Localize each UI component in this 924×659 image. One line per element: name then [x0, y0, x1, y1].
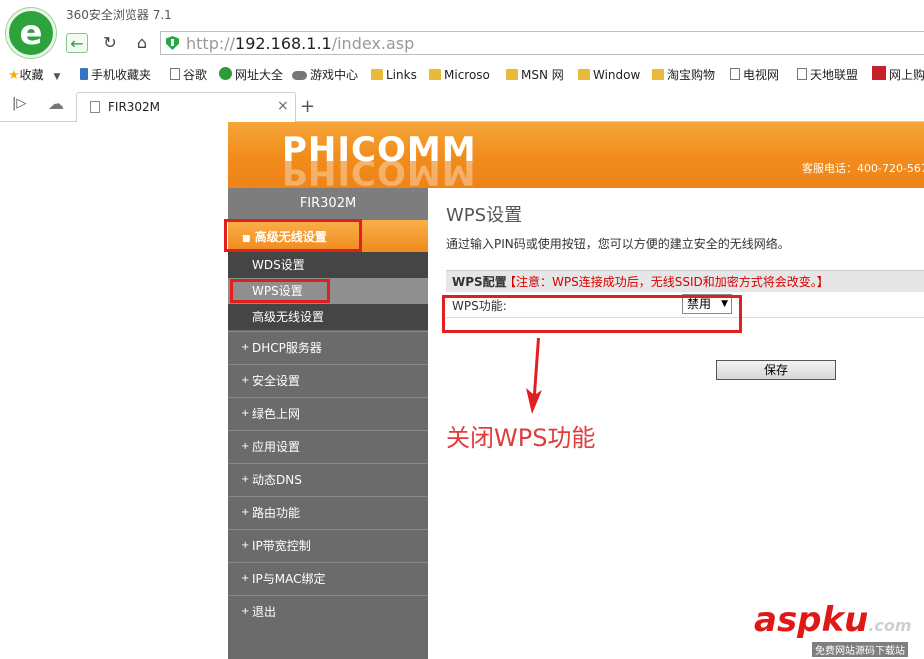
phone-icon: [80, 68, 88, 80]
folder-icon: [652, 69, 664, 80]
bookmark-tv[interactable]: 电视网: [730, 64, 779, 86]
save-button[interactable]: 保存: [716, 360, 836, 380]
bookmark-url-directory[interactable]: 网址大全: [219, 64, 283, 86]
reload-icon[interactable]: ↻: [99, 33, 121, 53]
bookmark-msn[interactable]: MSN 网: [506, 64, 564, 86]
watermark: aspku.com 免费网站源码下载站: [754, 600, 924, 659]
annotation-arrow-icon: [526, 338, 542, 414]
section-title: WPS配置: [452, 275, 507, 289]
browser-title: 360安全浏览器 7.1: [66, 8, 172, 22]
annotation-box-wps-row: [442, 295, 742, 333]
page-title: WPS设置: [446, 205, 523, 226]
browser-logo-icon: e: [6, 8, 56, 58]
folder-icon: [506, 69, 518, 80]
folder-icon: [578, 69, 590, 80]
sidebar-toggle-icon[interactable]: |▷: [12, 96, 26, 111]
chevron-down-icon: ▼: [53, 72, 61, 82]
folder-icon: [429, 69, 441, 80]
page-icon: [730, 68, 740, 80]
bookmark-games[interactable]: 游戏中心: [292, 64, 358, 86]
annotation-box-wps-item: [230, 279, 330, 303]
plus-icon: +: [241, 408, 250, 419]
menu-item-wds[interactable]: WDS设置: [228, 252, 428, 278]
cloud-icon[interactable]: ☁: [48, 94, 64, 113]
page-icon: [797, 68, 807, 80]
grid-icon: [872, 66, 886, 80]
bookmark-microsoft[interactable]: Microso: [429, 64, 490, 86]
bookmark-links[interactable]: Links: [371, 64, 417, 86]
browser-chrome: e 360安全浏览器 7.1 ← ↻ ⌂ http://192.168.1.1/…: [0, 0, 924, 122]
shield-icon: [166, 36, 179, 50]
home-icon[interactable]: ⌂: [131, 33, 153, 53]
plus-icon: +: [241, 342, 250, 353]
menu-group-logout[interactable]: + 退出: [228, 595, 428, 627]
menu-group-applications[interactable]: + 应用设置: [228, 430, 428, 462]
router-admin-page: PHICOMM PHICOMM 客服电话：400-720-567 FIR302M…: [228, 122, 924, 659]
new-tab-icon[interactable]: +: [300, 96, 315, 117]
service-hotline: 客服电话：400-720-567: [802, 162, 924, 175]
section-heading: WPS配置 【注意：WPS连接成功后，无线SSID和加密方式将会改变。】: [446, 270, 924, 292]
plus-circle-icon: [219, 67, 232, 80]
plus-icon: +: [241, 606, 250, 617]
bookmark-shopping[interactable]: 网上购: [872, 64, 924, 86]
bookmarks-bar: ★收藏 ▼ 手机收藏夹 谷歌 网址大全 游戏中心 Links Microso M…: [0, 64, 924, 86]
bookmark-windows[interactable]: Window: [578, 64, 640, 86]
menu-item-advanced-wireless[interactable]: 高级无线设置: [228, 304, 428, 330]
star-icon: ★: [8, 68, 20, 83]
tab-label: FIR302M: [108, 100, 161, 114]
close-icon[interactable]: ×: [277, 98, 289, 114]
back-arrow-icon[interactable]: ←: [66, 33, 88, 53]
address-bar[interactable]: http://192.168.1.1/index.asp: [160, 31, 924, 55]
menu-group-ip-mac-binding[interactable]: + IP与MAC绑定: [228, 562, 428, 594]
page-icon: [170, 68, 180, 80]
page-icon: [90, 101, 100, 113]
bookmark-google[interactable]: 谷歌: [170, 64, 207, 86]
page-description: 通过输入PIN码或使用按钮，您可以方便的建立安全的无线网络。: [446, 237, 790, 251]
folder-icon: [371, 69, 383, 80]
model-name: FIR302M: [228, 188, 428, 220]
plus-icon: +: [241, 573, 250, 584]
bookmark-phone[interactable]: 手机收藏夹: [80, 64, 151, 86]
gamepad-icon: [292, 71, 307, 80]
watermark-subtitle: 免费网站源码下载站: [812, 642, 908, 657]
router-header: PHICOMM PHICOMM 客服电话：400-720-567: [228, 122, 924, 188]
router-sidebar-menu: FIR302M ■ 高级无线设置 WDS设置 WPS设置 高级无线设置 + DHC…: [228, 188, 428, 659]
plus-icon: +: [241, 540, 250, 551]
plus-icon: +: [241, 507, 250, 518]
url-text: http://192.168.1.1/index.asp: [186, 34, 415, 53]
annotation-box-menu-group: [224, 219, 362, 252]
bookmark-favorites[interactable]: ★收藏 ▼: [8, 64, 60, 86]
tab-bar: |▷ ☁ FIR302M × +: [0, 92, 924, 122]
watermark-text: aspku.com: [754, 600, 912, 640]
menu-group-ddns[interactable]: + 动态DNS: [228, 463, 428, 495]
menu-group-security[interactable]: + 安全设置: [228, 364, 428, 396]
plus-icon: +: [241, 474, 250, 485]
bookmark-tiandi[interactable]: 天地联盟: [797, 64, 858, 86]
plus-icon: +: [241, 441, 250, 452]
menu-group-routing[interactable]: + 路由功能: [228, 496, 428, 528]
bookmark-taobao[interactable]: 淘宝购物: [652, 64, 715, 86]
brand-logo-reflection: PHICOMM: [282, 158, 477, 186]
menu-group-green-internet[interactable]: + 绿色上网: [228, 397, 428, 429]
menu-group-bandwidth[interactable]: + IP带宽控制: [228, 529, 428, 561]
section-notice: 【注意：WPS连接成功后，无线SSID和加密方式将会改变。】: [504, 275, 829, 289]
menu-group-dhcp[interactable]: + DHCP服务器: [228, 331, 428, 363]
tab-fir302m[interactable]: FIR302M ×: [76, 92, 296, 122]
plus-icon: +: [241, 375, 250, 386]
annotation-text: 关闭WPS功能: [446, 424, 596, 452]
